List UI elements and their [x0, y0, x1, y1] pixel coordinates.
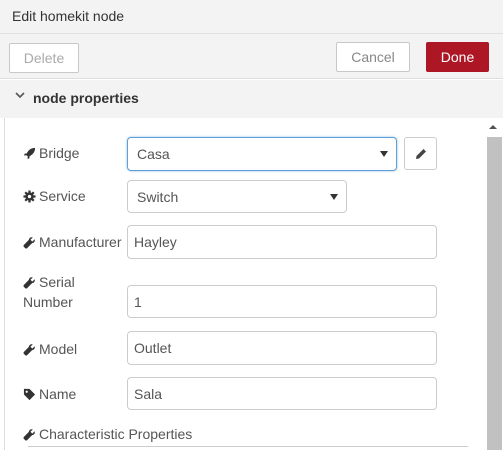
wrench-icon — [23, 237, 35, 249]
serial-number-label: Serial — [23, 274, 75, 290]
tag-icon — [23, 388, 36, 401]
model-input[interactable]: Outlet — [127, 331, 437, 365]
serial-label-line1: Serial — [39, 274, 75, 290]
manufacturer-input-value: Hayley — [134, 234, 177, 250]
cancel-button[interactable]: Cancel — [336, 42, 410, 72]
model-label: Model — [23, 341, 77, 357]
scrollbar-thumb[interactable] — [487, 137, 502, 450]
delete-button[interactable]: Delete — [9, 43, 79, 73]
bridge-select[interactable]: Casa — [127, 137, 397, 171]
service-label: Service — [23, 188, 86, 204]
caret-down-icon — [330, 193, 338, 200]
serial-number-input-value: 1 — [134, 294, 142, 310]
characteristic-properties-editor[interactable] — [28, 446, 468, 451]
section-header[interactable]: node properties — [0, 80, 503, 118]
dialog-toolbar: Delete Cancel Done — [0, 34, 503, 79]
service-select[interactable]: Switch — [127, 180, 347, 213]
edit-bridge-button[interactable] — [404, 137, 437, 170]
manufacturer-label: Manufacturer — [23, 234, 121, 250]
wrench-icon — [23, 277, 35, 289]
scroll-up-arrow-icon[interactable] — [488, 122, 498, 132]
service-label-text: Service — [39, 188, 86, 204]
dialog-titlebar: Edit homekit node — [0, 0, 503, 34]
bridge-label: Bridge — [23, 145, 79, 161]
chevron-down-icon — [15, 92, 25, 99]
serial-number-label-line2: Number — [23, 294, 73, 310]
dialog-title: Edit homekit node — [12, 8, 125, 24]
rocket-icon — [23, 147, 36, 160]
manufacturer-label-text: Manufacturer — [39, 234, 122, 250]
wrench-icon — [23, 344, 35, 356]
name-label-text: Name — [39, 386, 77, 402]
caret-down-icon — [380, 151, 388, 157]
bridge-label-text: Bridge — [39, 145, 80, 161]
done-button[interactable]: Done — [426, 42, 489, 72]
wrench-icon — [23, 429, 35, 441]
model-label-text: Model — [39, 341, 78, 357]
name-input-value: Sala — [134, 386, 163, 402]
pencil-icon — [416, 149, 426, 159]
gear-icon — [23, 190, 36, 203]
name-label: Name — [23, 386, 76, 402]
characteristic-properties-label-text: Characteristic Properties — [39, 426, 193, 442]
bridge-select-value: Casa — [137, 146, 170, 162]
model-input-value: Outlet — [134, 340, 172, 356]
manufacturer-input[interactable]: Hayley — [127, 225, 437, 259]
section-title: node properties — [33, 90, 139, 106]
characteristic-properties-label: Characteristic Properties — [23, 426, 192, 442]
name-input[interactable]: Sala — [127, 377, 437, 410]
serial-number-input[interactable]: 1 — [127, 285, 437, 318]
service-select-value: Switch — [137, 189, 179, 205]
